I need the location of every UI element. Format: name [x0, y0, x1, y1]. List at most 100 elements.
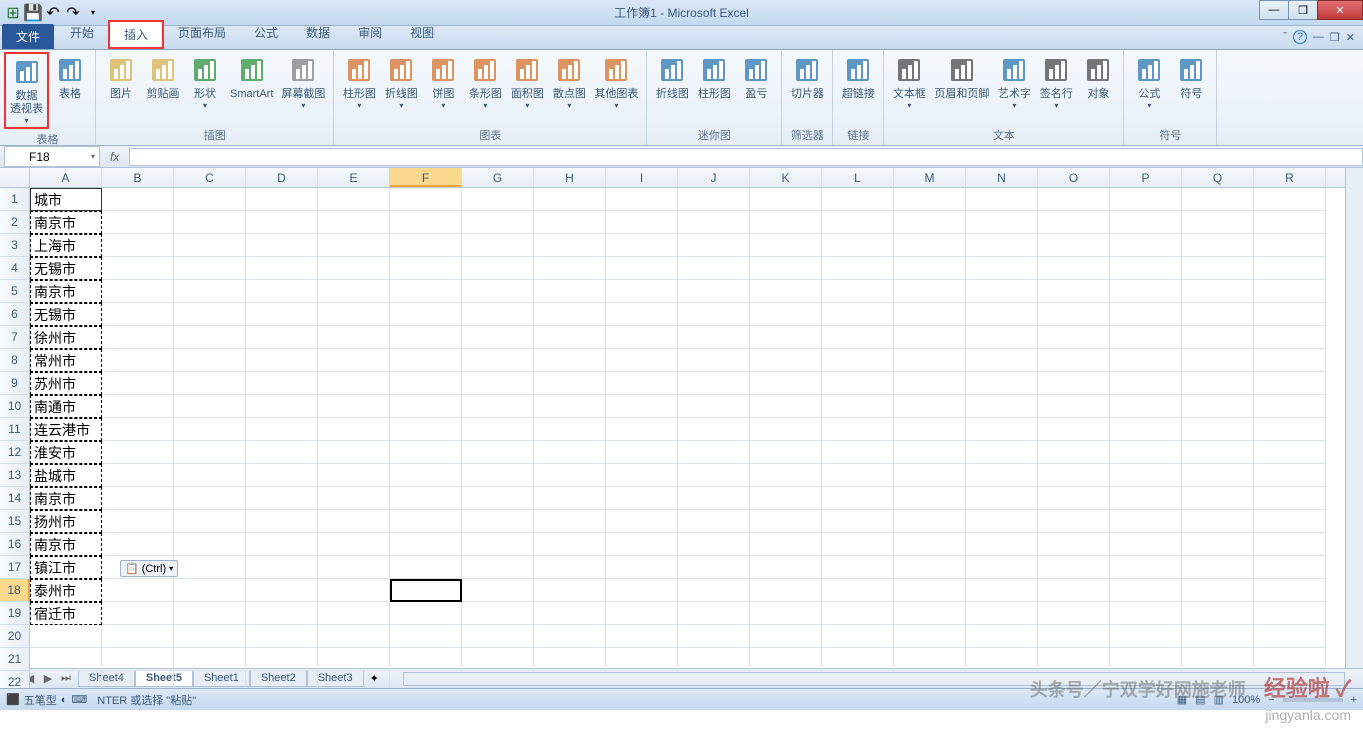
cell-R19[interactable]: [1254, 602, 1326, 625]
row-header-4[interactable]: 4: [0, 257, 30, 280]
formula-bar[interactable]: [129, 148, 1363, 166]
cell-E15[interactable]: [318, 510, 390, 533]
row-header-9[interactable]: 9: [0, 372, 30, 395]
col-header-J[interactable]: J: [678, 168, 750, 187]
cell-K19[interactable]: [750, 602, 822, 625]
cell-P1[interactable]: [1110, 188, 1182, 211]
cell-R13[interactable]: [1254, 464, 1326, 487]
cell-H2[interactable]: [534, 211, 606, 234]
cell-N15[interactable]: [966, 510, 1038, 533]
ribbon-饼图[interactable]: 饼图▾: [422, 52, 464, 112]
cell-E9[interactable]: [318, 372, 390, 395]
row-header-15[interactable]: 15: [0, 510, 30, 533]
cell-F7[interactable]: [390, 326, 462, 349]
cell-C3[interactable]: [174, 234, 246, 257]
col-header-P[interactable]: P: [1110, 168, 1182, 187]
cell-K12[interactable]: [750, 441, 822, 464]
ribbon-图片[interactable]: 图片: [100, 52, 142, 103]
row-header-10[interactable]: 10: [0, 395, 30, 418]
cell-J16[interactable]: [678, 533, 750, 556]
cell-O15[interactable]: [1038, 510, 1110, 533]
cell-A5[interactable]: 南京市: [30, 280, 102, 303]
cell-C20[interactable]: [174, 625, 246, 648]
cell-D21[interactable]: [246, 648, 318, 671]
cell-C19[interactable]: [174, 602, 246, 625]
cell-G3[interactable]: [462, 234, 534, 257]
cell-D7[interactable]: [246, 326, 318, 349]
cell-K15[interactable]: [750, 510, 822, 533]
cell-N5[interactable]: [966, 280, 1038, 303]
cell-Q4[interactable]: [1182, 257, 1254, 280]
cell-Q11[interactable]: [1182, 418, 1254, 441]
cell-L18[interactable]: [822, 579, 894, 602]
cell-N2[interactable]: [966, 211, 1038, 234]
row-header-6[interactable]: 6: [0, 303, 30, 326]
ribbon-对象[interactable]: 对象: [1077, 52, 1119, 103]
col-header-F[interactable]: F: [390, 168, 462, 187]
cell-M7[interactable]: [894, 326, 966, 349]
cell-E18[interactable]: [318, 579, 390, 602]
cell-H8[interactable]: [534, 349, 606, 372]
cell-P21[interactable]: [1110, 648, 1182, 671]
namebox-dropdown-icon[interactable]: ▾: [87, 152, 99, 161]
ribbon-超链接[interactable]: 超链接: [837, 52, 879, 103]
tab-页面布局[interactable]: 页面布局: [164, 20, 240, 49]
cell-R8[interactable]: [1254, 349, 1326, 372]
cell-I17[interactable]: [606, 556, 678, 579]
cell-D16[interactable]: [246, 533, 318, 556]
close-button[interactable]: ✕: [1317, 0, 1363, 20]
cell-F4[interactable]: [390, 257, 462, 280]
cell-O21[interactable]: [1038, 648, 1110, 671]
cell-K6[interactable]: [750, 303, 822, 326]
cell-G15[interactable]: [462, 510, 534, 533]
cell-P5[interactable]: [1110, 280, 1182, 303]
cell-F14[interactable]: [390, 487, 462, 510]
cell-F5[interactable]: [390, 280, 462, 303]
cell-A16[interactable]: 南京市: [30, 533, 102, 556]
cell-D9[interactable]: [246, 372, 318, 395]
cell-F10[interactable]: [390, 395, 462, 418]
cell-J7[interactable]: [678, 326, 750, 349]
cell-O2[interactable]: [1038, 211, 1110, 234]
cell-I14[interactable]: [606, 487, 678, 510]
cell-Q20[interactable]: [1182, 625, 1254, 648]
cell-E4[interactable]: [318, 257, 390, 280]
cell-E2[interactable]: [318, 211, 390, 234]
cell-M14[interactable]: [894, 487, 966, 510]
col-header-D[interactable]: D: [246, 168, 318, 187]
cell-E20[interactable]: [318, 625, 390, 648]
cell-G1[interactable]: [462, 188, 534, 211]
cell-H5[interactable]: [534, 280, 606, 303]
cell-P9[interactable]: [1110, 372, 1182, 395]
cell-N9[interactable]: [966, 372, 1038, 395]
cell-H18[interactable]: [534, 579, 606, 602]
cell-M3[interactable]: [894, 234, 966, 257]
row-header-17[interactable]: 17: [0, 556, 30, 579]
cell-H14[interactable]: [534, 487, 606, 510]
cell-F9[interactable]: [390, 372, 462, 395]
cell-H10[interactable]: [534, 395, 606, 418]
cell-J3[interactable]: [678, 234, 750, 257]
cell-F16[interactable]: [390, 533, 462, 556]
cell-C7[interactable]: [174, 326, 246, 349]
cell-J8[interactable]: [678, 349, 750, 372]
cell-N14[interactable]: [966, 487, 1038, 510]
row-header-8[interactable]: 8: [0, 349, 30, 372]
cell-H17[interactable]: [534, 556, 606, 579]
cell-Q18[interactable]: [1182, 579, 1254, 602]
cell-C12[interactable]: [174, 441, 246, 464]
cell-R15[interactable]: [1254, 510, 1326, 533]
cell-L6[interactable]: [822, 303, 894, 326]
cell-O11[interactable]: [1038, 418, 1110, 441]
cell-C11[interactable]: [174, 418, 246, 441]
col-header-N[interactable]: N: [966, 168, 1038, 187]
cell-B1[interactable]: [102, 188, 174, 211]
cell-R1[interactable]: [1254, 188, 1326, 211]
cell-O1[interactable]: [1038, 188, 1110, 211]
cell-I15[interactable]: [606, 510, 678, 533]
cell-L2[interactable]: [822, 211, 894, 234]
cell-R6[interactable]: [1254, 303, 1326, 326]
cell-L15[interactable]: [822, 510, 894, 533]
cell-B11[interactable]: [102, 418, 174, 441]
cell-H9[interactable]: [534, 372, 606, 395]
